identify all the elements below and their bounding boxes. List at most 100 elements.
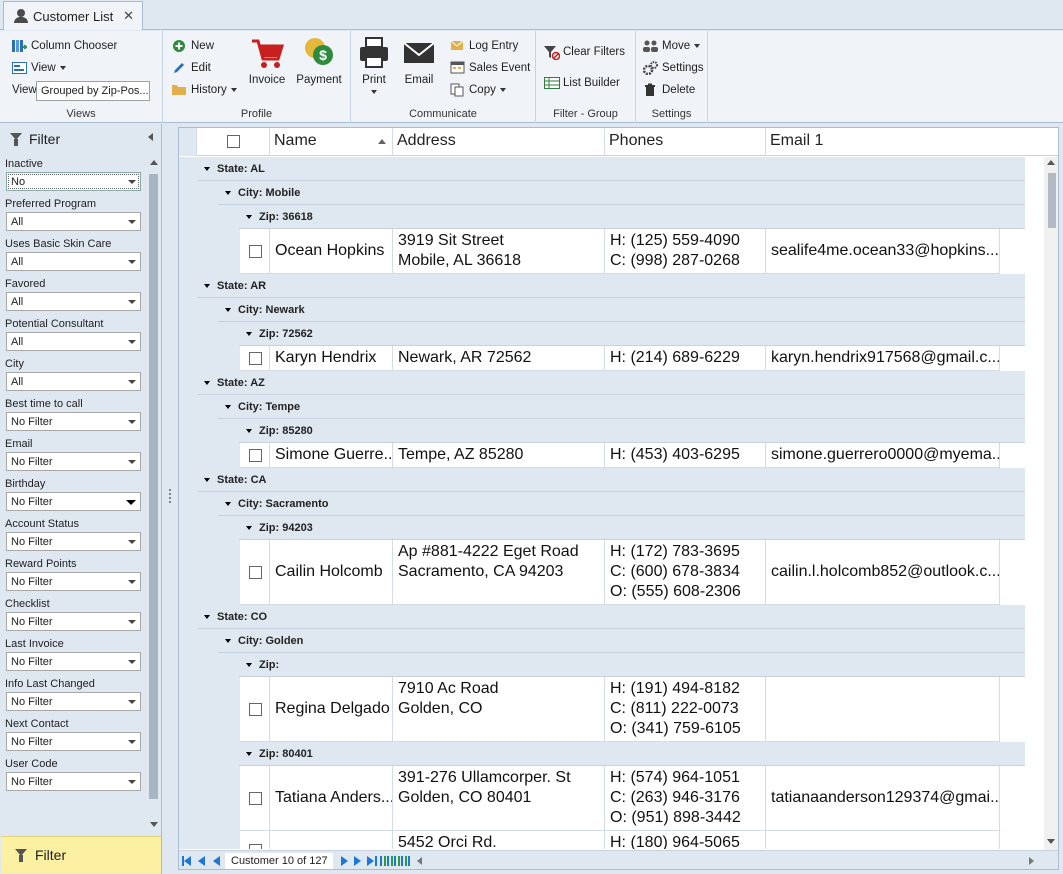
- table-row[interactable]: Regina Delgado 7910 Ac Road Golden, CO H: (…: [240, 677, 1000, 742]
- cell-name[interactable]: Karyn Hendrix: [270, 346, 393, 371]
- cell-email[interactable]: tatianaanderson129374@gmai...: [766, 766, 1000, 831]
- next-page-icon[interactable]: [354, 856, 361, 866]
- filter-select[interactable]: No Filter: [6, 412, 141, 431]
- group-row[interactable]: City: Sacramento: [218, 492, 1025, 516]
- table-row[interactable]: 5452 Orci Rd. H: (180) 964-5065: [240, 831, 1000, 849]
- last-record-icon[interactable]: [367, 856, 374, 866]
- filter-select[interactable]: All: [6, 332, 141, 351]
- scroll-thumb[interactable]: [149, 174, 158, 799]
- group-row[interactable]: State: AR: [197, 274, 1025, 298]
- filter-select[interactable]: No: [6, 172, 141, 191]
- cell-address[interactable]: Ap #881-4222 Eget Road Sacramento, CA 942…: [393, 540, 605, 605]
- filter-select[interactable]: No Filter: [6, 492, 141, 511]
- append-record-icon[interactable]: [380, 856, 410, 866]
- cell-email[interactable]: sealife4me.ocean33@hopkins...: [766, 229, 1000, 274]
- cell-address[interactable]: 5452 Orci Rd.: [393, 831, 605, 849]
- row-checkbox[interactable]: [249, 844, 262, 849]
- table-row[interactable]: Karyn Hendrix Newark, AR 72562 H: (214) 68…: [240, 346, 1000, 371]
- filter-select[interactable]: No Filter: [6, 612, 141, 631]
- column-header-email[interactable]: Email 1: [766, 128, 1058, 156]
- filter-select[interactable]: All: [6, 212, 141, 231]
- group-row[interactable]: State: CO: [197, 605, 1025, 629]
- filter-select[interactable]: No Filter: [6, 772, 141, 791]
- cell-address[interactable]: Tempe, AZ 85280: [393, 443, 605, 468]
- filter-select[interactable]: No Filter: [6, 692, 141, 711]
- cell-phone[interactable]: H: (180) 964-5065: [605, 831, 766, 849]
- expand-toggle-icon[interactable]: [204, 166, 210, 171]
- table-row[interactable]: Simone Guerre... Tempe, AZ 85280 H: (453) …: [240, 443, 1000, 468]
- row-checkbox[interactable]: [249, 352, 262, 365]
- expand-toggle-icon[interactable]: [225, 190, 231, 195]
- tab-customer-list[interactable]: Customer List ✕: [3, 1, 143, 30]
- cell-email[interactable]: cailin.l.holcomb852@outlook.c...: [766, 540, 1000, 605]
- cell-phone[interactable]: H: (574) 964-1051 C: (263) 946-3176 O: (95…: [605, 766, 766, 831]
- cell-address[interactable]: 7910 Ac Road Golden, CO: [393, 677, 605, 742]
- group-row[interactable]: Zip: 72562: [239, 322, 1025, 346]
- log-entry-button[interactable]: Log Entry: [450, 39, 518, 53]
- cell-name[interactable]: Tatiana Anders...: [270, 766, 393, 831]
- filter-select[interactable]: All: [6, 252, 141, 271]
- cell-phone[interactable]: H: (214) 689-6229: [605, 346, 766, 371]
- table-row[interactable]: Cailin Holcomb Ap #881-4222 Eget Road Sacr…: [240, 540, 1000, 605]
- scroll-thumb[interactable]: [1048, 173, 1056, 228]
- clear-filters-button[interactable]: Clear Filters: [544, 45, 625, 61]
- history-button[interactable]: History: [172, 83, 237, 97]
- collapse-left-icon[interactable]: [148, 133, 153, 141]
- expand-toggle-icon[interactable]: [204, 614, 210, 619]
- cell-email[interactable]: karyn.hendrix917568@gmail.c...: [766, 346, 1000, 371]
- group-row[interactable]: Zip: 80401: [239, 742, 1025, 766]
- print-button[interactable]: Print: [357, 35, 391, 98]
- payment-button[interactable]: $ Payment: [295, 35, 343, 86]
- scroll-down-icon[interactable]: [150, 822, 158, 827]
- table-row[interactable]: Tatiana Anders... 391-276 Ullamcorper. St…: [240, 766, 1000, 831]
- email-button[interactable]: Email: [401, 35, 437, 86]
- group-row[interactable]: Zip: 36618: [239, 205, 1025, 229]
- filter-select[interactable]: No Filter: [6, 652, 141, 671]
- expand-toggle-icon[interactable]: [225, 307, 231, 312]
- cell-address[interactable]: Newark, AR 72562: [393, 346, 605, 371]
- prev-page-icon[interactable]: [198, 856, 205, 866]
- move-button[interactable]: Move: [643, 39, 701, 53]
- group-row[interactable]: City: Mobile: [218, 181, 1025, 205]
- group-row[interactable]: Zip:: [239, 653, 1025, 677]
- cell-name[interactable]: [270, 831, 393, 849]
- cell-address[interactable]: 3919 Sit Street Mobile, AL 36618: [393, 229, 605, 274]
- group-row[interactable]: State: AL: [197, 157, 1025, 181]
- group-row[interactable]: State: AZ: [197, 371, 1025, 395]
- cell-name[interactable]: Cailin Holcomb: [270, 540, 393, 605]
- first-record-icon[interactable]: [184, 856, 191, 866]
- row-checkbox[interactable]: [249, 449, 262, 462]
- expand-toggle-icon[interactable]: [246, 525, 252, 530]
- expand-toggle-icon[interactable]: [225, 501, 231, 506]
- cell-phone[interactable]: H: (172) 783-3695 C: (600) 678-3834 O: (55…: [605, 540, 766, 605]
- group-row[interactable]: State: CA: [197, 468, 1025, 492]
- delete-button[interactable]: Delete: [643, 83, 695, 97]
- expand-toggle-icon[interactable]: [204, 380, 210, 385]
- expand-toggle-icon[interactable]: [204, 477, 210, 482]
- cell-address[interactable]: 391-276 Ullamcorper. St Golden, CO 80401: [393, 766, 605, 831]
- filter-select[interactable]: No Filter: [6, 732, 141, 751]
- expand-toggle-icon[interactable]: [246, 428, 252, 433]
- close-icon[interactable]: ✕: [123, 8, 134, 24]
- sales-event-button[interactable]: Sales Event: [450, 61, 530, 75]
- cell-email[interactable]: simone.guerrero0000@myema...: [766, 443, 1000, 468]
- next-record-icon[interactable]: [341, 856, 348, 866]
- group-row[interactable]: Zip: 94203: [239, 516, 1025, 540]
- row-checkbox[interactable]: [249, 566, 262, 579]
- expand-toggle-icon[interactable]: [225, 404, 231, 409]
- column-header-phones[interactable]: Phones: [605, 128, 766, 156]
- apply-filter-button[interactable]: Filter: [1, 836, 161, 873]
- column-chooser-button[interactable]: Column Chooser: [12, 39, 117, 53]
- column-header-address[interactable]: Address: [393, 128, 605, 156]
- cell-name[interactable]: Regina Delgado: [270, 677, 393, 742]
- row-checkbox[interactable]: [249, 792, 262, 805]
- scroll-left-icon[interactable]: [417, 857, 422, 865]
- group-row[interactable]: City: Tempe: [218, 395, 1025, 419]
- scroll-down-icon[interactable]: [1047, 839, 1055, 844]
- table-row[interactable]: Ocean Hopkins 3919 Sit Street Mobile, AL 3…: [240, 229, 1000, 274]
- cell-phone[interactable]: H: (191) 494-8182 C: (811) 222-0073 O: (34…: [605, 677, 766, 742]
- filter-select[interactable]: No Filter: [6, 452, 141, 471]
- filter-select[interactable]: All: [6, 372, 141, 391]
- scroll-up-icon[interactable]: [1047, 160, 1055, 165]
- invoice-button[interactable]: Invoice: [248, 35, 286, 86]
